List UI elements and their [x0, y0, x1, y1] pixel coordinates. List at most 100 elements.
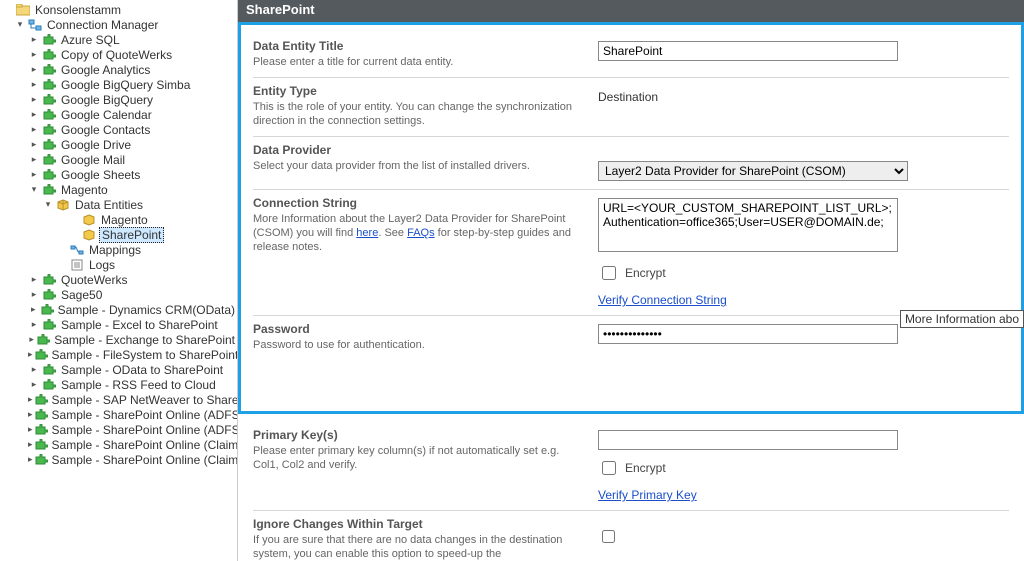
expander-icon[interactable]: ▸: [28, 154, 40, 166]
tree-connection[interactable]: ▸Sample - Exchange to SharePoint: [2, 332, 237, 347]
tree-connection[interactable]: ▸QuoteWerks: [2, 272, 237, 287]
tree-connection-label: Sample - FileSystem to SharePoint: [50, 348, 238, 362]
expander-icon[interactable]: ▾: [14, 19, 26, 31]
verify-primary-key-link[interactable]: Verify Primary Key: [598, 488, 697, 502]
tree-connection[interactable]: ▸ Sample - SharePoint Online (Claims): [2, 437, 237, 452]
tree-connection[interactable]: ▸ Google Analytics: [2, 62, 237, 77]
tree-data-entities[interactable]: ▾ Data Entities: [2, 197, 237, 212]
here-link[interactable]: here: [356, 227, 378, 239]
expander-icon[interactable]: ▸: [28, 334, 35, 346]
tree-connection[interactable]: ▸ Sample - SharePoint Online (ADFS, custo…: [2, 422, 237, 437]
data-entity-title-input[interactable]: [598, 41, 898, 61]
tree-connection[interactable]: ▸ Sample - FileSystem to SharePoint: [2, 347, 237, 362]
expander-icon[interactable]: ▸: [28, 94, 40, 106]
tree-connection[interactable]: ▸Sample - Excel to SharePoint: [2, 317, 237, 332]
puzzle-icon: [41, 123, 57, 137]
tree-connection[interactable]: ▸Sample - Dynamics CRM(OData): [2, 302, 237, 317]
encrypt-connection-checkbox[interactable]: [602, 266, 616, 280]
tree-connection[interactable]: ▸Sample - RSS Feed to Cloud: [2, 377, 237, 392]
tree-connection-label: Google Analytics: [59, 63, 152, 77]
navigation-tree: Konsolenstamm ▾ Connection Manager ▸Azur…: [0, 0, 238, 561]
expander-icon[interactable]: ▸: [28, 49, 40, 61]
expander-icon[interactable]: ▸: [28, 124, 40, 136]
tree-root[interactable]: Konsolenstamm: [2, 2, 237, 17]
puzzle-icon: [41, 378, 57, 392]
tree-entity-magento[interactable]: Magento: [2, 212, 237, 227]
expander-icon[interactable]: ▾: [28, 184, 40, 196]
tree-connection[interactable]: ▸ Google BigQuery: [2, 92, 237, 107]
data-provider-select[interactable]: Layer2 Data Provider for SharePoint (CSO…: [598, 161, 908, 181]
expander-icon[interactable]: ▸: [28, 79, 40, 91]
expander-icon[interactable]: ▸: [28, 439, 33, 451]
expander-icon[interactable]: ▸: [28, 139, 40, 151]
tree-connection[interactable]: ▸Sample - OData to SharePoint: [2, 362, 237, 377]
tree-entity-label: Magento: [99, 213, 150, 227]
encrypt-label: Encrypt: [625, 266, 666, 280]
ignore-changes-checkbox[interactable]: [602, 530, 615, 543]
tree-connection-label: Google Sheets: [59, 168, 142, 182]
expander-icon[interactable]: ▸: [28, 394, 33, 406]
puzzle-icon: [41, 78, 57, 92]
expander-icon[interactable]: ▸: [28, 34, 40, 46]
expander-icon[interactable]: ▸: [28, 349, 33, 361]
section-data-entity-title: Data Entity Title Please enter a title f…: [253, 33, 1009, 78]
section-desc: This is the role of your entity. You can…: [253, 100, 578, 128]
tree-connection[interactable]: ▸Google Drive: [2, 137, 237, 152]
connection-string-input[interactable]: [598, 198, 898, 252]
tree-connection-label: Sage50: [59, 288, 104, 302]
section-title: Data Entity Title: [253, 39, 578, 53]
puzzle-icon: [41, 93, 57, 107]
expander-icon[interactable]: ▸: [28, 364, 40, 376]
expander-icon[interactable]: ▸: [28, 169, 40, 181]
expander-icon[interactable]: ▸: [28, 409, 33, 421]
puzzle-icon: [41, 363, 57, 377]
password-input[interactable]: [598, 324, 898, 344]
expander-icon[interactable]: ▸: [28, 319, 40, 331]
tree-connection[interactable]: ▸ Sample - SharePoint Online (Claims): [2, 452, 237, 467]
encrypt-primary-key-checkbox[interactable]: [602, 461, 616, 475]
puzzle-icon: [41, 108, 57, 122]
expander-icon[interactable]: ▸: [28, 109, 40, 121]
tree-mappings[interactable]: Mappings: [2, 242, 237, 257]
tree-entity-sharepoint[interactable]: SharePoint: [2, 227, 237, 242]
section-title: Ignore Changes Within Target: [253, 517, 578, 531]
tree-magento-label: Magento: [59, 183, 110, 197]
tree-connection[interactable]: ▸Azure SQL: [2, 32, 237, 47]
tree-connection[interactable]: ▸ Sample - SAP NetWeaver to SharePoint: [2, 392, 237, 407]
expander-icon[interactable]: ▸: [28, 274, 40, 286]
expander-icon[interactable]: ▸: [28, 379, 40, 391]
tree-connection[interactable]: ▸Google Calendar: [2, 107, 237, 122]
tree-connection[interactable]: ▸ Sage50: [2, 287, 237, 302]
puzzle-icon: [41, 318, 57, 332]
tree-connection-label: Sample - SharePoint Online (Claims): [50, 438, 238, 452]
tree-connection-label: Sample - SharePoint Online (ADFS, custom…: [50, 423, 238, 437]
tree-connection[interactable]: ▸Copy of QuoteWerks: [2, 47, 237, 62]
section-desc: If you are sure that there are no data c…: [253, 533, 578, 561]
puzzle-icon: [40, 303, 54, 317]
tree-connection[interactable]: ▸ Google Sheets: [2, 167, 237, 182]
tree-connection-label: Sample - SharePoint Online (Claims): [50, 453, 238, 467]
tree-connection-manager[interactable]: ▾ Connection Manager: [2, 17, 237, 32]
tree-connection-label: Google BigQuery: [59, 93, 155, 107]
primary-key-input[interactable]: [598, 430, 898, 450]
tree-logs[interactable]: Logs: [2, 257, 237, 272]
faqs-link[interactable]: FAQs: [407, 227, 435, 239]
tree-connection-label: Sample - SAP NetWeaver to SharePoint: [50, 393, 238, 407]
expander-icon[interactable]: ▸: [28, 454, 33, 466]
tree-connection[interactable]: ▸Google Mail: [2, 152, 237, 167]
expander-icon[interactable]: ▸: [28, 304, 39, 316]
expander-icon[interactable]: ▸: [28, 289, 40, 301]
expander-icon[interactable]: ▸: [28, 424, 33, 436]
expander-icon[interactable]: ▾: [42, 199, 54, 211]
puzzle-icon: [34, 438, 48, 452]
expander-icon[interactable]: ▸: [28, 64, 40, 76]
section-title: Password: [253, 322, 578, 336]
tree-magento[interactable]: ▾ Magento: [2, 182, 237, 197]
section-desc: Select your data provider from the list …: [253, 159, 578, 173]
tree-connection[interactable]: ▸Sample - SharePoint Online (ADFS): [2, 407, 237, 422]
verify-connection-string-link[interactable]: Verify Connection String: [598, 293, 727, 307]
tree-connection[interactable]: ▸Google Contacts: [2, 122, 237, 137]
folder-icon: [15, 3, 31, 17]
tree-mappings-label: Mappings: [87, 243, 143, 257]
tree-connection[interactable]: ▸Google BigQuery Simba: [2, 77, 237, 92]
